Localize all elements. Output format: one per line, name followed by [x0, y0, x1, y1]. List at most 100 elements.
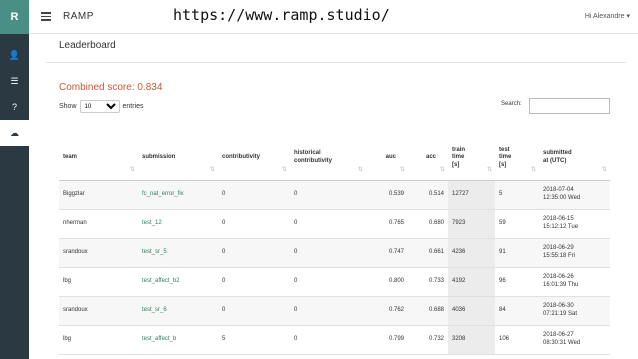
table-cell: 0 [290, 296, 366, 326]
leaderboard-table: team ⇅ submission ⇅ contributivity ⇅ histor… [59, 137, 610, 355]
show-label: Show [59, 103, 77, 110]
table-cell: 0.762 [366, 296, 408, 326]
sort-icon: ⇅ [601, 166, 607, 173]
column-header[interactable]: historical contributivity ⇅ [290, 137, 366, 181]
logo-text: R [10, 11, 19, 23]
table-cell: 3208 [448, 325, 495, 355]
url-overlay: https://www.ramp.studio/ [173, 6, 390, 24]
table-cell: 0.799 [366, 325, 408, 355]
table-cell: 0 [290, 180, 366, 210]
table-cell: 7923 [448, 209, 495, 239]
table-cell: 0.661 [408, 238, 448, 268]
table-cell: lbg [59, 325, 138, 355]
table-row: srandoux test_sr_6 0 0 0.762 0.688 4036 84 2018-… [59, 296, 610, 326]
table-cell: 0 [218, 209, 290, 239]
page-title: Leaderboard [59, 40, 116, 51]
table-cell: Biggzlar [59, 180, 138, 210]
table-cell: 0.800 [366, 267, 408, 297]
table-cell: 12727 [448, 180, 495, 210]
table-cell[interactable]: test_sr_5 [138, 238, 218, 268]
table-cell: 0.539 [366, 180, 408, 210]
sort-icon: ⇅ [357, 166, 363, 173]
table-cell: 84 [495, 296, 539, 326]
table-cell: 5 [218, 325, 290, 355]
table-cell: 2018-07-04 12:35:00 Wed [539, 180, 610, 210]
table-cell: 2018-06-29 15:55:18 Fri [539, 238, 610, 268]
menu-icon[interactable] [41, 12, 51, 21]
table-cell: 0.733 [408, 267, 448, 297]
table-cell: 91 [495, 238, 539, 268]
table-cell: 0 [290, 267, 366, 297]
divider [46, 62, 626, 63]
combined-score: Combined score: 0.834 [59, 82, 163, 93]
table-cell: 0 [290, 238, 366, 268]
table-cell: 59 [495, 209, 539, 239]
table-cell: 0.680 [408, 209, 448, 239]
sort-icon: ⇅ [281, 166, 287, 173]
table-cell: 5 [495, 180, 539, 210]
column-header[interactable]: submission ⇅ [138, 137, 218, 181]
column-header[interactable]: auc ⇅ [366, 137, 408, 181]
table-cell: srandoux [59, 238, 138, 268]
search-label: Search: [501, 101, 522, 107]
table-cell: 0.747 [366, 238, 408, 268]
entries-select[interactable]: 10 [79, 100, 120, 113]
table-cell[interactable]: fc_nat_error_fix [138, 180, 218, 210]
table-cell: 0.514 [408, 180, 448, 210]
sort-icon: ⇅ [399, 166, 405, 173]
table-cell: lbg [59, 267, 138, 297]
user-menu[interactable]: Hi Alexandre ▾ [585, 12, 630, 20]
column-header[interactable]: train time [s] ⇅ [448, 137, 495, 181]
sort-icon: ⇅ [439, 166, 445, 173]
sort-icon: ⇅ [486, 166, 492, 173]
table-cell: 106 [495, 325, 539, 355]
table-cell: 0 [218, 238, 290, 268]
column-header[interactable]: contributivity ⇅ [218, 137, 290, 181]
column-header[interactable]: team ⇅ [59, 137, 138, 181]
table-cell: 4036 [448, 296, 495, 326]
table-row: Biggzlar fc_nat_error_fix 0 0 0.539 0.514 1272… [59, 180, 610, 210]
sort-icon: ⇅ [530, 166, 536, 173]
table-row: nherman test_12 0 0 0.765 0.680 7923 59 2018-06-… [59, 209, 610, 239]
table-row: lbg test_affect_b2 0 0 0.800 0.733 4192 96 2018-… [59, 267, 610, 297]
column-header[interactable]: submitted at (UTC) ⇅ [539, 137, 610, 181]
entries-length-control: Show 10 entries [59, 100, 144, 113]
table-cell: 2018-06-15 15:12:12 Tue [539, 209, 610, 239]
sidebar: R 👤 ☰ ? ☁ [0, 0, 29, 359]
table-cell[interactable]: test_affect_b [138, 325, 218, 355]
entries-label: entries [122, 103, 144, 110]
table-cell: 0.732 [408, 325, 448, 355]
search-input[interactable] [529, 98, 610, 114]
table-cell: 0 [218, 180, 290, 210]
table-cell: nherman [59, 209, 138, 239]
user-plus-icon[interactable]: 👤 [0, 42, 29, 68]
table-cell[interactable]: test_affect_b2 [138, 267, 218, 297]
table-cell: 2018-06-26 16:01:39 Thu [539, 267, 610, 297]
column-header[interactable]: test time [s] ⇅ [495, 137, 539, 181]
table-cell: 0.765 [366, 209, 408, 239]
table-row: lbg test_affect_b 5 0 0.799 0.732 3208 106 2018-… [59, 325, 610, 355]
table-cell: 2018-06-27 08:30:31 Wed [539, 325, 610, 355]
table-cell: 0.688 [408, 296, 448, 326]
table-cell: 0 [218, 267, 290, 297]
table-cell: 0 [290, 209, 366, 239]
table-cell: 96 [495, 267, 539, 297]
sort-icon: ⇅ [129, 166, 135, 173]
help-icon[interactable]: ? [0, 94, 29, 120]
brand-title[interactable]: RAMP [63, 11, 94, 22]
table-cell: 2018-06-30 07:21:19 Sat [539, 296, 610, 326]
table-cell: 4192 [448, 267, 495, 297]
list-icon[interactable]: ☰ [0, 68, 29, 94]
table-row: srandoux test_sr_5 0 0 0.747 0.661 4236 91 2018-… [59, 238, 610, 268]
table-cell: 4236 [448, 238, 495, 268]
table-cell: srandoux [59, 296, 138, 326]
sort-icon: ⇅ [209, 166, 215, 173]
table-header-row: team ⇅ submission ⇅ contributivity ⇅ histor… [59, 137, 610, 181]
table-cell[interactable]: test_12 [138, 209, 218, 239]
column-header[interactable]: acc ⇅ [408, 137, 448, 181]
logo[interactable]: R [0, 0, 29, 34]
cloud-icon[interactable]: ☁ [0, 120, 29, 146]
table-cell[interactable]: test_sr_6 [138, 296, 218, 326]
table-cell: 0 [290, 325, 366, 355]
table-cell: 0 [218, 296, 290, 326]
